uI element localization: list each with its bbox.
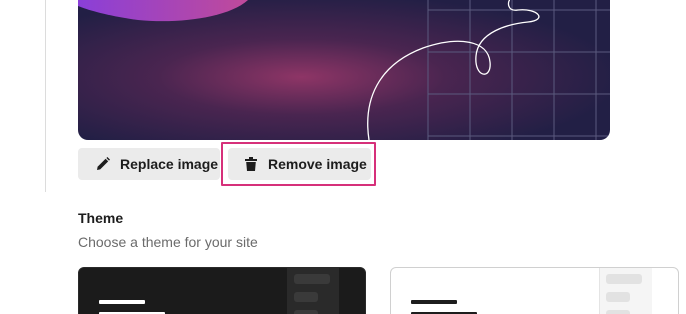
theme-heading: Theme <box>78 210 124 226</box>
dark-preview-block <box>294 292 318 302</box>
light-preview-block <box>606 292 630 302</box>
remove-image-label: Remove image <box>268 156 367 172</box>
theme-option-dark[interactable] <box>78 267 366 314</box>
light-preview-block <box>606 274 642 284</box>
dark-preview-block <box>294 310 318 314</box>
light-preview-block <box>606 310 630 314</box>
trash-icon <box>242 155 260 173</box>
left-divider <box>45 0 46 192</box>
replace-image-label: Replace image <box>120 156 219 172</box>
theme-option-light[interactable] <box>390 267 679 314</box>
banner-image <box>78 0 610 140</box>
theme-description: Choose a theme for your site <box>78 234 258 250</box>
pencil-icon <box>94 155 112 173</box>
remove-image-button[interactable]: Remove image <box>228 148 371 180</box>
dark-preview-block <box>294 274 330 284</box>
dark-preview-line <box>99 300 145 304</box>
light-preview-line <box>411 300 457 304</box>
replace-image-button[interactable]: Replace image <box>78 148 220 180</box>
